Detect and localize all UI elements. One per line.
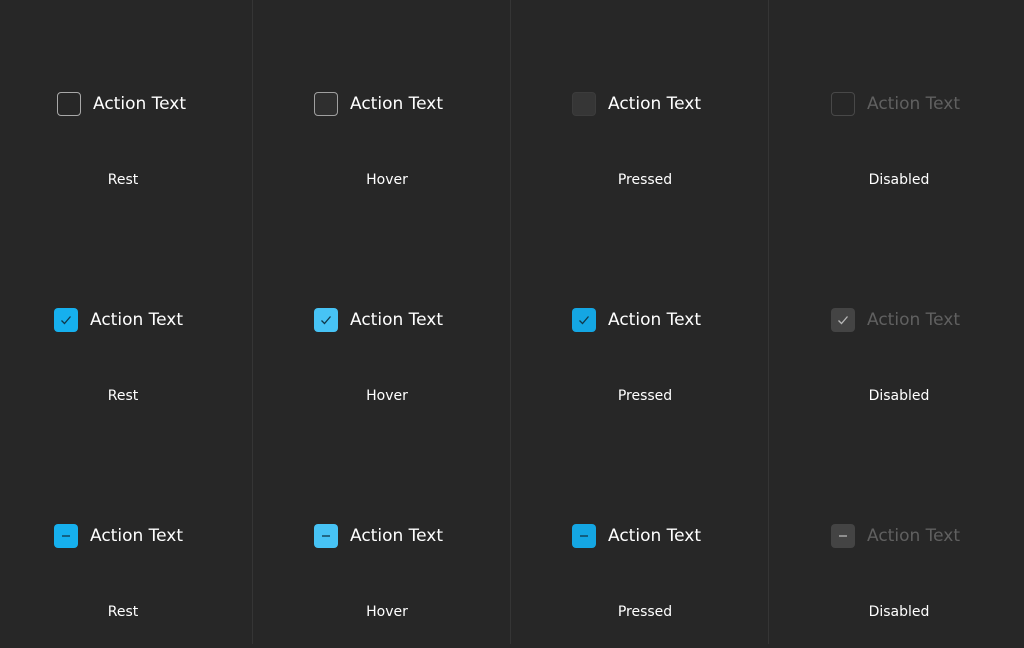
- checkbox-indeterminate[interactable]: Action Text: [314, 524, 443, 548]
- checkbox-box[interactable]: [54, 308, 78, 332]
- checkbox-unchecked[interactable]: Action Text: [57, 92, 186, 116]
- checkbox-box[interactable]: [314, 524, 338, 548]
- state-label: Hover: [366, 388, 408, 404]
- checkbox-label: Action Text: [350, 310, 444, 330]
- state-label: Hover: [366, 604, 408, 620]
- state-label: Rest: [107, 388, 139, 404]
- cell-indeterminate-hover: Action Text Hover: [258, 432, 516, 648]
- checkbox-label: Action Text: [867, 526, 961, 546]
- checkbox-label: Action Text: [867, 310, 961, 330]
- checkbox-indeterminate[interactable]: Action Text: [572, 524, 701, 548]
- checkmark-icon: [836, 313, 850, 327]
- checkbox-label: Action Text: [608, 526, 702, 546]
- cell-unchecked-rest: Action Text Rest: [0, 0, 258, 216]
- checkbox-label: Action Text: [867, 94, 961, 114]
- cell-checked-disabled: Action Text Disabled: [774, 216, 1024, 432]
- checkmark-icon: [59, 313, 73, 327]
- checkbox-checked[interactable]: Action Text: [54, 308, 183, 332]
- dash-icon: [836, 529, 850, 543]
- checkbox-label: Action Text: [90, 526, 184, 546]
- state-label: Rest: [107, 172, 139, 188]
- checkbox-checked: Action Text: [831, 308, 960, 332]
- checkbox-label: Action Text: [350, 526, 444, 546]
- cell-indeterminate-pressed: Action Text Pressed: [516, 432, 774, 648]
- checkbox-box[interactable]: [572, 308, 596, 332]
- checkmark-icon: [319, 313, 333, 327]
- checkbox-checked[interactable]: Action Text: [314, 308, 443, 332]
- state-label: Hover: [366, 172, 408, 188]
- checkbox-label: Action Text: [608, 94, 702, 114]
- state-label: Pressed: [617, 388, 673, 404]
- checkbox-indeterminate[interactable]: Action Text: [54, 524, 183, 548]
- state-label: Rest: [107, 604, 139, 620]
- checkbox-label: Action Text: [608, 310, 702, 330]
- checkbox-box[interactable]: [572, 92, 596, 116]
- state-label: Disabled: [868, 172, 930, 188]
- checkbox-label: Action Text: [90, 310, 184, 330]
- checkbox-box[interactable]: [572, 524, 596, 548]
- dash-icon: [577, 529, 591, 543]
- checkbox-indeterminate: Action Text: [831, 524, 960, 548]
- cell-checked-pressed: Action Text Pressed: [516, 216, 774, 432]
- checkbox-box: [831, 524, 855, 548]
- dash-icon: [319, 529, 333, 543]
- cell-checked-hover: Action Text Hover: [258, 216, 516, 432]
- state-label: Pressed: [617, 604, 673, 620]
- dash-icon: [59, 529, 73, 543]
- checkbox-box[interactable]: [57, 92, 81, 116]
- checkbox-checked[interactable]: Action Text: [572, 308, 701, 332]
- checkbox-label: Action Text: [93, 94, 187, 114]
- checkbox-box[interactable]: [314, 308, 338, 332]
- checkbox-box: [831, 308, 855, 332]
- cell-checked-rest: Action Text Rest: [0, 216, 258, 432]
- cell-indeterminate-disabled: Action Text Disabled: [774, 432, 1024, 648]
- cell-unchecked-pressed: Action Text Pressed: [516, 0, 774, 216]
- checkbox-label: Action Text: [350, 94, 444, 114]
- checkmark-icon: [577, 313, 591, 327]
- cell-unchecked-hover: Action Text Hover: [258, 0, 516, 216]
- checkbox-box: [831, 92, 855, 116]
- checkbox-unchecked: Action Text: [831, 92, 960, 116]
- checkbox-unchecked[interactable]: Action Text: [314, 92, 443, 116]
- state-label: Disabled: [868, 388, 930, 404]
- state-label: Disabled: [868, 604, 930, 620]
- state-label: Pressed: [617, 172, 673, 188]
- cell-indeterminate-rest: Action Text Rest: [0, 432, 258, 648]
- checkbox-box[interactable]: [54, 524, 78, 548]
- checkbox-box[interactable]: [314, 92, 338, 116]
- cell-unchecked-disabled: Action Text Disabled: [774, 0, 1024, 216]
- checkbox-unchecked[interactable]: Action Text: [572, 92, 701, 116]
